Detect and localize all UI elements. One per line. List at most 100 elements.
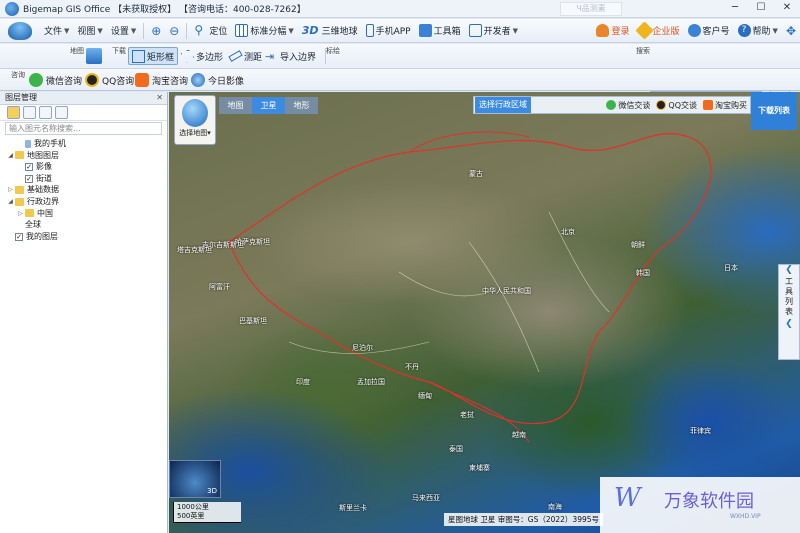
zoom-out-icon: ⊖ <box>169 23 180 38</box>
chevron-left-icon[interactable]: ❮ <box>779 319 799 329</box>
main-menu-logo-icon[interactable] <box>8 21 32 40</box>
close-icon[interactable]: ✕ <box>156 92 163 104</box>
zoom-in-button[interactable]: ⊕ <box>147 21 165 41</box>
place-label: 柬埔寨 <box>469 464 490 472</box>
divider <box>186 22 188 39</box>
navigate-button[interactable]: ✥ <box>782 21 800 41</box>
help-button[interactable]: ? 帮助 ▼ <box>734 21 782 41</box>
tree-node[interactable]: ◢ 地图图层 <box>2 150 167 162</box>
three-d-icon: 3D <box>301 24 319 37</box>
tree-node-label: 我的图层 <box>26 231 58 241</box>
expand-icon[interactable]: ▷ <box>6 184 15 196</box>
taobao-icon <box>703 100 713 110</box>
polygon-icon <box>181 49 194 63</box>
place-label: 尼泊尔 <box>352 344 373 352</box>
menu-settings-label: 设置 <box>110 27 129 37</box>
tree-node-label: 基础数据 <box>27 185 59 195</box>
wechat-icon <box>606 100 617 110</box>
tree-node[interactable]: ✓ 街道 <box>2 173 167 185</box>
open-folder-icon[interactable] <box>7 106 20 119</box>
download-list-button[interactable]: 下载列表 <box>751 92 797 130</box>
layer-checkbox[interactable]: ✓ <box>25 174 33 183</box>
select-region-button[interactable]: 选择行政区域 <box>475 97 531 113</box>
chevron-left-icon[interactable]: ❮ <box>779 265 799 275</box>
today-image-button[interactable]: 今日影像 <box>188 71 247 89</box>
polygon-button[interactable]: 多边形 <box>178 47 226 65</box>
tree-node[interactable]: ▷ 中国 <box>2 208 167 220</box>
mongolia-border <box>408 131 530 153</box>
tree-node[interactable]: ✓ 我的图层 <box>2 231 167 243</box>
zoom-out-button[interactable]: ⊖ <box>165 21 183 41</box>
minimize-icon[interactable]: ─ <box>722 0 748 17</box>
import-border-label: 导入边界 <box>280 52 317 63</box>
map-select-button[interactable] <box>86 47 106 65</box>
maximize-icon[interactable]: ☐ <box>748 0 774 17</box>
mobile-app-button[interactable]: 手机APP <box>362 21 415 41</box>
taobao-icon <box>135 73 149 87</box>
mark-group-label: 标绘 <box>326 47 340 55</box>
close-icon[interactable]: ✕ <box>774 0 800 17</box>
qq-consult-button[interactable]: QQ咨询 <box>82 71 137 89</box>
wechat-consult-button[interactable]: 微信咨询 <box>26 71 85 89</box>
map-attribution: 星图地球 卫星 审图号：GS（2022）3995号 <box>444 513 604 526</box>
qq-icon <box>656 100 667 110</box>
chevron-down-icon: ▼ <box>288 26 294 35</box>
menu-view[interactable]: 视图 ▼ <box>73 21 106 41</box>
layer-checkbox[interactable]: ✓ <box>25 162 33 171</box>
place-label: 菲律宾 <box>690 427 711 435</box>
wechat-trade-button[interactable]: 微信交谈 <box>603 100 653 111</box>
map-view[interactable]: 选择地图▾ 地图 卫星 地形 选择行政区域 微信交谈 QQ交谈 淘宝购买 下载列… <box>169 92 800 533</box>
layer-checkbox[interactable]: ✓ <box>15 232 23 241</box>
locate-button[interactable]: ⚲ 定位 <box>190 21 231 41</box>
menu-file[interactable]: 文件 ▼ <box>40 21 73 41</box>
tool-list-label: 工具列表 <box>785 277 793 316</box>
tree-node[interactable]: ◢ 行政边界 <box>2 196 167 208</box>
three-d-earth-button[interactable]: 3D 三维地球 <box>298 21 362 41</box>
taobao-buy-button[interactable]: 淘宝购买 <box>700 100 750 111</box>
expand-icon[interactable]: ▷ <box>16 208 25 220</box>
chevron-down-icon: ▼ <box>512 26 519 35</box>
chevron-down-icon: ▼ <box>130 26 137 35</box>
tree-node[interactable]: ✓ 影像 <box>2 161 167 173</box>
minimap[interactable]: 3D <box>169 460 221 498</box>
collapse-icon[interactable]: ◢ <box>6 150 15 162</box>
layer-search-input[interactable]: 输入图元名称搜索... <box>5 122 162 135</box>
save-icon[interactable] <box>23 106 36 119</box>
enterprise-button[interactable]: 企业版 <box>634 21 684 41</box>
customer-id-button[interactable]: 客户号 <box>684 21 734 41</box>
tree-node[interactable]: 我的手机 <box>2 138 167 150</box>
import-border-button[interactable]: ⇥ 导入边界 <box>262 47 319 65</box>
toolbox-button[interactable]: 工具箱 <box>415 21 465 41</box>
tab-satellite[interactable]: 卫星 <box>252 97 285 114</box>
rect-select-button[interactable]: 矩形框 <box>128 47 179 65</box>
qq-trade-button[interactable]: QQ交谈 <box>653 100 700 111</box>
tab-map[interactable]: 地图 <box>219 97 252 114</box>
developer-button[interactable]: 开发者 ▼ <box>465 21 522 41</box>
globe-icon <box>191 73 205 87</box>
place-label: 中华人民共和国 <box>482 287 531 295</box>
consult-group-label: 咨询 <box>11 71 25 79</box>
standard-split-button[interactable]: 标准分幅 ▼ <box>231 21 297 41</box>
layer-toolbar <box>0 105 167 121</box>
taobao-consult-button[interactable]: 淘宝咨询 <box>132 71 191 89</box>
menu-file-label: 文件 <box>44 27 63 37</box>
tree-node-label: 影像 <box>36 162 52 172</box>
search-icon[interactable] <box>55 106 68 119</box>
measure-button[interactable]: 测距 <box>226 47 265 65</box>
network-icon[interactable] <box>39 106 52 119</box>
window-controls: ─ ☐ ✕ <box>722 0 800 17</box>
region-bar: 选择行政区域 微信交谈 QQ交谈 淘宝购买 <box>473 96 751 114</box>
tab-terrain[interactable]: 地形 <box>285 97 318 114</box>
mobile-app-label: 手机APP <box>375 27 411 37</box>
login-label: 登录 <box>611 27 630 37</box>
menu-settings[interactable]: 设置 ▼ <box>107 21 140 41</box>
collapse-icon[interactable]: ◢ <box>6 196 15 208</box>
place-label: 缅甸 <box>418 392 432 400</box>
layer-panel-title: 图层管理 <box>5 93 37 102</box>
locate-label: 定位 <box>209 27 228 37</box>
tool-list-panel[interactable]: ❮ 工具列表 ❮ <box>778 264 800 360</box>
login-button[interactable]: 登录 <box>592 21 633 41</box>
tree-node[interactable]: ▷ 基础数据 <box>2 184 167 196</box>
tree-node[interactable]: 全球 <box>2 219 167 231</box>
choose-map-button[interactable]: 选择地图▾ <box>174 95 216 145</box>
